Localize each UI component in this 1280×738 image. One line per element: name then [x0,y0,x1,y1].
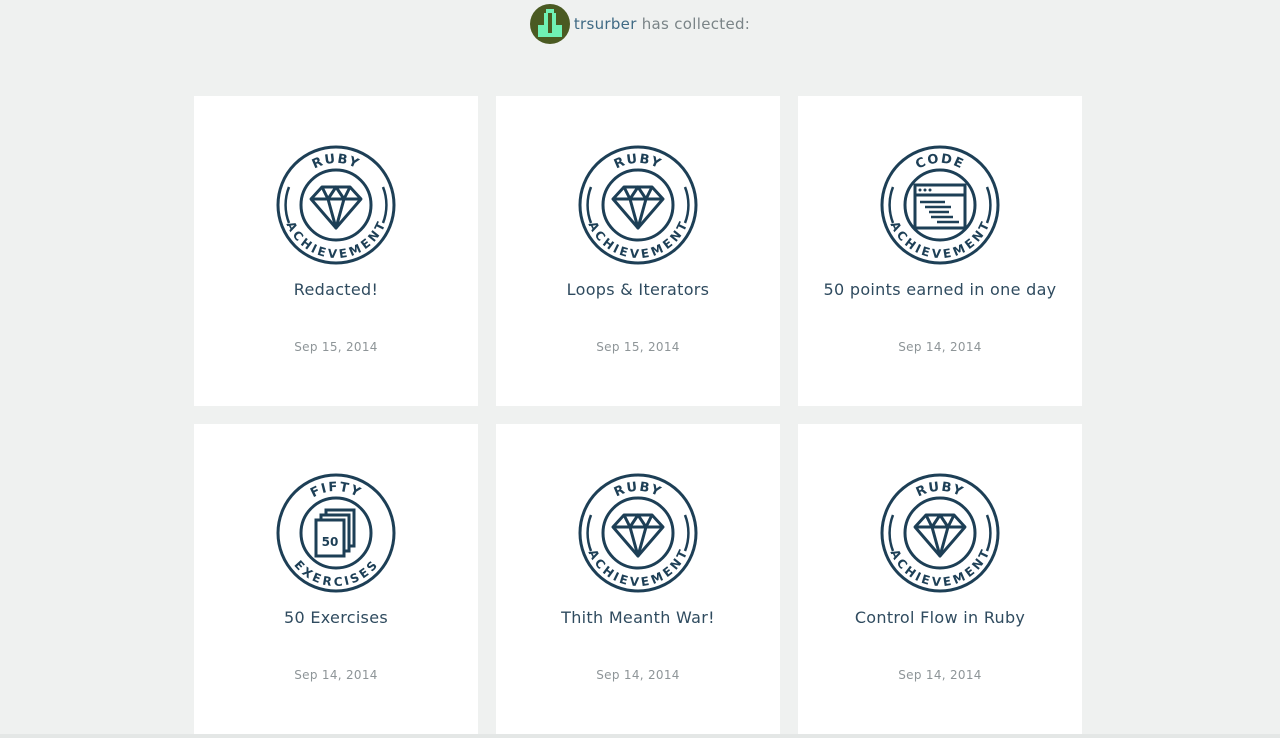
achievement-title: Control Flow in Ruby [854,608,1026,627]
achievement-card[interactable]: FIFTY EXERCISES 50 50 Exercises Sep 14, 20… [194,424,478,734]
gem-icon [611,513,665,558]
gem-icon [309,185,363,230]
achievement-card[interactable]: RUBY ACHIEVEMENT Thith Meanth War! Sep 14… [496,424,780,734]
svg-text:EXERCISES: EXERCISES [291,558,380,589]
achievements-grid: RUBY ACHIEVEMENT Redacted! Sep 15, 2014 R… [194,96,1082,734]
achievement-title: 50 Exercises [284,608,388,627]
gem-icon [611,185,665,230]
achievement-date: Sep 15, 2014 [294,340,378,354]
achievement-date: Sep 14, 2014 [898,668,982,682]
achievement-card[interactable]: RUBY ACHIEVEMENT Loops & Iterators Sep 15… [496,96,780,406]
code-window-icon [913,183,967,230]
achievement-date: Sep 14, 2014 [898,340,982,354]
gem-icon [913,513,967,558]
ruby-badge-icon: RUBY ACHIEVEMENT [577,144,699,266]
achievement-title: Loops & Iterators [566,280,710,299]
achievement-date: Sep 15, 2014 [596,340,680,354]
achievement-title: Redacted! [293,280,379,299]
header-text: trsurber has collected: [574,15,750,33]
fifty-badge-icon: FIFTY EXERCISES 50 [275,472,397,594]
ruby-badge-icon: RUBY ACHIEVEMENT [275,144,397,266]
ruby-badge-icon: RUBY ACHIEVEMENT [879,472,1001,594]
achievement-title: 50 points earned in one day [823,280,1057,299]
page-bottom-edge [0,734,1280,738]
svg-text:50: 50 [322,535,339,549]
pixel-avatar-icon [537,9,562,37]
achievement-card[interactable]: CODE ACHIEVEMENT 50 points earned in one … [798,96,1082,406]
username-link[interactable]: trsurber [574,15,637,33]
achievement-card[interactable]: RUBY ACHIEVEMENT Redacted! Sep 15, 2014 [194,96,478,406]
collector-header: trsurber has collected: [0,4,1280,44]
achievement-date: Sep 14, 2014 [294,668,378,682]
stacked-pages-icon [314,508,356,558]
avatar[interactable] [529,4,570,44]
ruby-badge-icon: RUBY ACHIEVEMENT [577,472,699,594]
achievement-title: Thith Meanth War! [561,608,715,627]
code-badge-icon: CODE ACHIEVEMENT [879,144,1001,266]
achievement-card[interactable]: RUBY ACHIEVEMENT Control Flow in Ruby Sep… [798,424,1082,734]
achievement-date: Sep 14, 2014 [596,668,680,682]
header-suffix: has collected: [636,15,751,33]
